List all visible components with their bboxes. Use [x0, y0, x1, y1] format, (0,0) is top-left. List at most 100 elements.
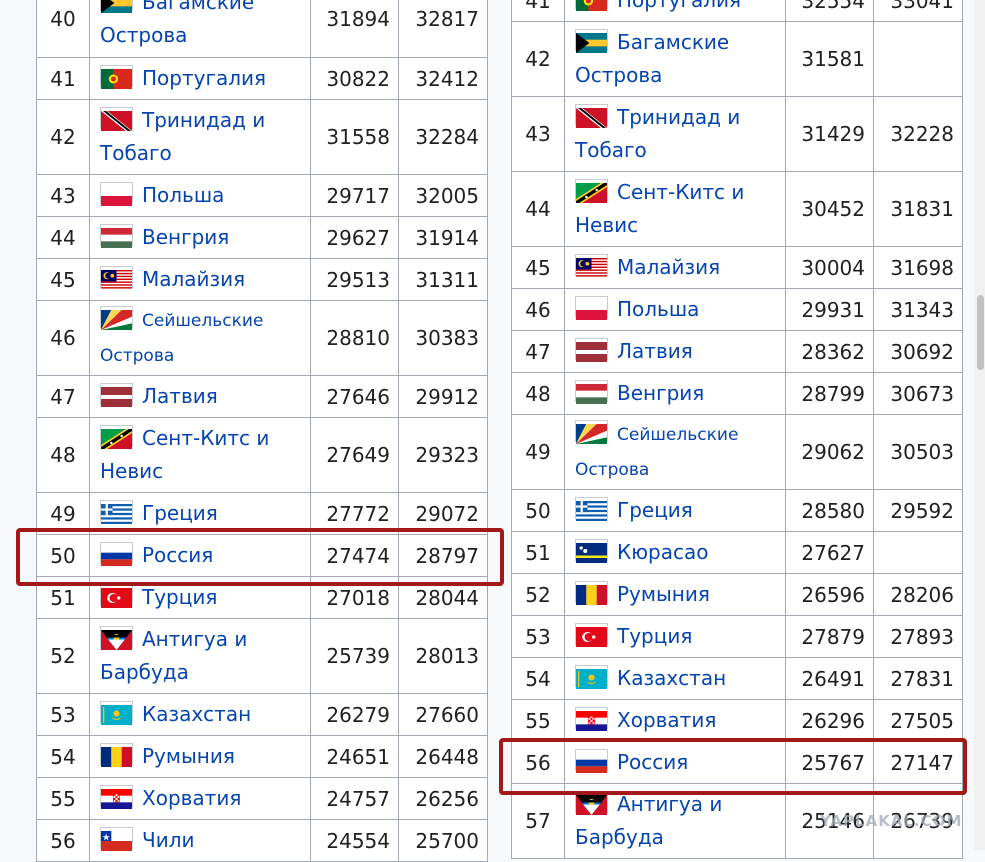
country-link[interactable]: Малайзия	[142, 267, 245, 291]
latvia-flag-icon[interactable]	[575, 338, 608, 362]
stkitts-flag-icon[interactable]	[575, 179, 608, 203]
country-link[interactable]: Польша	[617, 297, 699, 321]
bahamas-flag-icon[interactable]	[100, 0, 133, 13]
poland-flag-icon[interactable]	[575, 296, 608, 320]
country-cell: Сент-Китс и Невис	[564, 171, 786, 247]
turkey-flag-icon[interactable]	[575, 623, 608, 647]
country-link[interactable]: Португалия	[142, 66, 266, 90]
malaysia-flag-icon[interactable]	[100, 266, 133, 290]
croatia-flag-icon[interactable]	[100, 785, 133, 809]
bahamas-flag-icon[interactable]	[575, 29, 608, 53]
scrollbar-track[interactable]	[974, 0, 985, 850]
rank-cell: 49	[511, 414, 565, 490]
romania-flag-icon[interactable]	[100, 743, 133, 767]
romania-flag-icon[interactable]	[575, 581, 608, 605]
rank-cell: 42	[511, 21, 565, 97]
turkey-flag-icon[interactable]	[100, 584, 133, 608]
kazakhstan-flag-icon[interactable]	[100, 701, 133, 725]
table-row: 48 Венгрия 28799 30673	[511, 372, 963, 415]
russia-flag-icon[interactable]	[100, 542, 133, 566]
seychelles-flag-icon[interactable]	[100, 306, 133, 330]
country-link[interactable]: Греция	[142, 501, 218, 525]
seychelles-flag-icon[interactable]	[575, 420, 608, 444]
country-cell: Сейшельские Острова	[564, 414, 786, 490]
country-link[interactable]: Латвия	[142, 384, 218, 408]
table-row: 43 Тринидад и Тобаго 31429 32228	[511, 96, 963, 172]
country-cell: Турция	[89, 576, 311, 619]
country-link[interactable]: Румыния	[617, 582, 710, 606]
rank-cell: 49	[36, 492, 90, 535]
country-link[interactable]: Кюрасао	[617, 540, 708, 564]
rank-cell: 53	[36, 693, 90, 736]
country-cell: Тринидад и Тобаго	[564, 96, 786, 172]
value-cell-1: 27646	[310, 375, 399, 418]
value-cell-2: 26448	[398, 735, 488, 778]
table-row: 55 Хорватия 26296 27505	[511, 699, 963, 742]
rank-cell: 55	[511, 699, 565, 742]
antigua-flag-icon[interactable]	[100, 626, 133, 650]
country-link[interactable]: Польша	[142, 183, 224, 207]
country-link[interactable]: Хорватия	[142, 786, 241, 810]
value-cell-1: 30004	[785, 246, 874, 289]
latvia-flag-icon[interactable]	[100, 383, 133, 407]
value-cell-2: 28206	[873, 573, 963, 616]
country-link[interactable]: Чили	[142, 828, 195, 852]
table-row: 51 Турция 27018 28044	[36, 576, 488, 619]
hungary-flag-icon[interactable]	[100, 224, 133, 248]
watermark: YAPLAKAL.COM	[820, 812, 963, 830]
table-row: 50 Греция 28580 29592	[511, 489, 963, 532]
country-link[interactable]: Казахстан	[142, 702, 251, 726]
country-link[interactable]: Хорватия	[617, 708, 716, 732]
country-cell: Латвия	[564, 330, 786, 373]
value-cell-2: 32817	[398, 0, 488, 58]
country-link[interactable]: Россия	[142, 543, 213, 567]
portugal-flag-icon[interactable]	[100, 65, 133, 89]
value-cell-1: 27018	[310, 576, 399, 619]
stkitts-flag-icon[interactable]	[100, 425, 133, 449]
antigua-flag-icon[interactable]	[575, 791, 608, 815]
curacao-flag-icon[interactable]	[575, 539, 608, 563]
rank-cell: 57	[511, 783, 565, 859]
value-cell-2: 31831	[873, 171, 963, 247]
scrollbar-thumb[interactable]	[977, 295, 984, 370]
portugal-flag-icon[interactable]	[575, 0, 608, 11]
table-row: 56 Россия 25767 27147	[511, 741, 963, 784]
kazakhstan-flag-icon[interactable]	[575, 665, 608, 689]
country-link[interactable]: Казахстан	[617, 666, 726, 690]
value-cell-1: 26279	[310, 693, 399, 736]
trinidad-flag-icon[interactable]	[575, 104, 608, 128]
trinidad-flag-icon[interactable]	[100, 107, 133, 131]
country-link[interactable]: Греция	[617, 498, 693, 522]
rank-cell: 44	[511, 171, 565, 247]
greece-flag-icon[interactable]	[100, 500, 133, 524]
chile-flag-icon[interactable]	[100, 827, 133, 851]
hungary-flag-icon[interactable]	[575, 380, 608, 404]
table-row: 52 Румыния 26596 28206	[511, 573, 963, 616]
croatia-flag-icon[interactable]	[575, 707, 608, 731]
country-link[interactable]: Латвия	[617, 339, 693, 363]
country-link[interactable]: Румыния	[142, 744, 235, 768]
table-row: 53 Казахстан 26279 27660	[36, 693, 488, 736]
country-link[interactable]: Малайзия	[617, 255, 720, 279]
country-link[interactable]: Россия	[617, 750, 688, 774]
russia-flag-icon[interactable]	[575, 749, 608, 773]
value-cell-2: 31914	[398, 216, 488, 259]
right-ranking-table: 41 Португалия 32554 33041 42 Багамские Остров…	[511, 0, 963, 859]
value-cell-1: 32554	[785, 0, 874, 22]
country-link[interactable]: Венгрия	[142, 225, 229, 249]
value-cell-2: 30673	[873, 372, 963, 415]
country-link[interactable]: Венгрия	[617, 381, 704, 405]
table-row: 41 Португалия 32554 33041	[511, 0, 963, 22]
table-row: 43 Польша 29717 32005	[36, 174, 488, 217]
country-cell: Португалия	[89, 57, 311, 100]
table-row: 41 Португалия 30822 32412	[36, 57, 488, 100]
country-link[interactable]: Турция	[142, 585, 217, 609]
value-cell-1: 31429	[785, 96, 874, 172]
rank-cell: 43	[511, 96, 565, 172]
table-row: 44 Венгрия 29627 31914	[36, 216, 488, 259]
country-link[interactable]: Португалия	[617, 0, 741, 12]
country-link[interactable]: Турция	[617, 624, 692, 648]
poland-flag-icon[interactable]	[100, 182, 133, 206]
greece-flag-icon[interactable]	[575, 497, 608, 521]
malaysia-flag-icon[interactable]	[575, 254, 608, 278]
